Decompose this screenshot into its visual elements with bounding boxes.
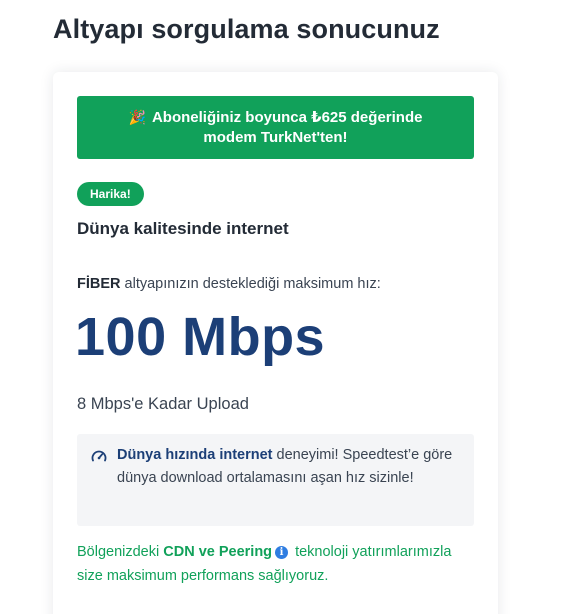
promo-text: Aboneliğiniz boyunca ₺625 değerinde mode…: [151, 109, 423, 146]
infra-suffix: altyapınızın desteklediği maksimum hız:: [120, 276, 381, 292]
result-card: 🎉 Aboneliğiniz boyunca ₺625 değerinde mod…: [53, 72, 498, 614]
party-popper-icon: 🎉: [128, 109, 146, 125]
upload-speed-text: 8 Mbps'e Kadar Upload: [77, 395, 249, 413]
max-speed-value: 100 Mbps: [75, 307, 326, 367]
tech-prefix: Bölgenizdeki: [77, 544, 164, 560]
gauge-icon: [91, 450, 107, 462]
infra-type: FİBER: [77, 276, 121, 292]
promo-text-wrapper: 🎉 Aboneliğiniz boyunca ₺625 değerinde mod…: [107, 107, 444, 148]
status-badge: Harika!: [77, 182, 144, 206]
page: Altyapı sorgulama sonucunuz 🎉 Aboneliğini…: [0, 0, 578, 614]
page-title: Altyapı sorgulama sonucunuz: [53, 14, 440, 44]
result-subtitle: Dünya kalitesinde internet: [77, 219, 289, 238]
info-icon[interactable]: i: [275, 546, 289, 559]
speed-intro: FİBER altyapınızın desteklediği maksimum…: [77, 276, 381, 292]
tech-note: Bölgenizdeki CDN ve Peering i teknoloji y…: [77, 540, 477, 588]
speedtest-info-box: Dünya hızında internet deneyimi! Speedte…: [77, 434, 474, 526]
tech-bold: CDN ve Peering: [163, 544, 273, 560]
promo-banner: 🎉 Aboneliğiniz boyunca ₺625 değerinde mod…: [77, 96, 474, 159]
speedtest-bold: Dünya hızında internet: [117, 447, 273, 463]
